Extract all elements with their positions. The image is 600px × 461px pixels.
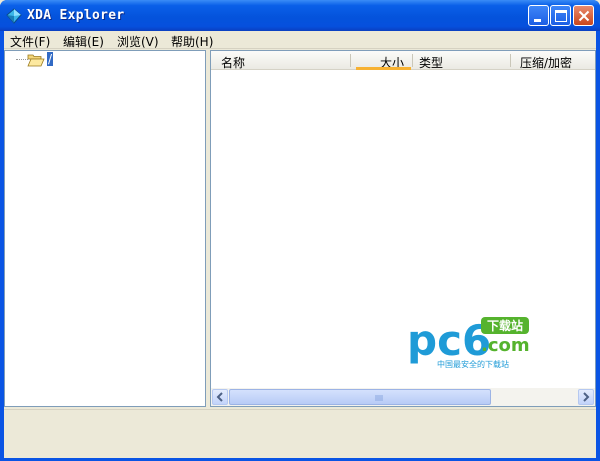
scroll-right-button[interactable]	[578, 389, 594, 405]
column-header-name[interactable]: 名称	[221, 54, 245, 71]
menu-bar: 文件(F) 编辑(E) 浏览(V) 帮助(H)	[4, 31, 596, 49]
window-body: 文件(F) 编辑(E) 浏览(V) 帮助(H) / 名称 大小 类型 压缩/加密…	[4, 31, 596, 458]
arrow-right-icon	[583, 392, 590, 402]
column-divider[interactable]	[510, 54, 511, 67]
status-bar	[4, 409, 596, 458]
watermark-logo-text: pc6	[407, 316, 491, 365]
maximize-icon	[555, 10, 567, 22]
horizontal-scrollbar[interactable]	[211, 388, 595, 406]
grip-icon	[375, 395, 383, 401]
scroll-thumb[interactable]	[229, 389, 491, 405]
window-title: XDA Explorer	[27, 8, 125, 23]
column-divider[interactable]	[412, 54, 413, 67]
watermark-badge: 下载站	[487, 318, 523, 333]
menu-edit[interactable]: 编辑(E)	[63, 33, 104, 50]
menu-file[interactable]: 文件(F)	[10, 33, 50, 50]
column-header-compression[interactable]: 压缩/加密	[520, 54, 572, 71]
open-folder-icon[interactable]	[27, 53, 45, 67]
diamond-app-icon	[6, 8, 22, 24]
watermark-tagline: 中国最安全的下载站	[437, 359, 509, 369]
maximize-button[interactable]	[550, 5, 571, 26]
watermark-dotcom: .com	[481, 335, 530, 356]
column-header-type[interactable]: 类型	[419, 54, 443, 71]
close-icon	[578, 10, 590, 22]
menu-help[interactable]: 帮助(H)	[171, 33, 213, 50]
folder-tree[interactable]: /	[4, 50, 206, 407]
file-list[interactable]: 名称 大小 类型 压缩/加密 pc6 下载站 .com 中国最安全的下载站	[210, 50, 596, 407]
column-divider[interactable]	[350, 54, 351, 67]
close-button[interactable]	[573, 5, 594, 26]
list-header: 名称 大小 类型 压缩/加密	[211, 51, 595, 70]
menu-view[interactable]: 浏览(V)	[117, 33, 159, 50]
pc6-watermark-logo: pc6 下载站 .com 中国最安全的下载站	[407, 316, 530, 369]
arrow-left-icon	[216, 392, 223, 402]
app-window: XDA Explorer 文件(F) 编辑(E) 浏览(V) 帮助(H) / 名…	[0, 0, 600, 461]
tree-root-label[interactable]: /	[47, 52, 54, 66]
minimize-icon	[534, 19, 541, 22]
scroll-left-button[interactable]	[212, 389, 228, 405]
title-bar[interactable]: XDA Explorer	[0, 0, 600, 31]
minimize-button[interactable]	[528, 5, 549, 26]
sort-indicator	[356, 67, 411, 70]
